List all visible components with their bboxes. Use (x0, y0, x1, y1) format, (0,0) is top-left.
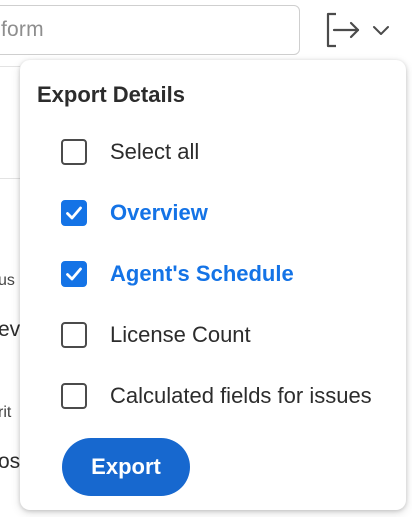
checkbox[interactable] (61, 139, 87, 165)
background-text-fragment: ev (0, 318, 21, 341)
divider (0, 66, 20, 67)
option-license-count[interactable]: License Count (61, 319, 251, 351)
option-label: License Count (110, 322, 251, 347)
checkbox[interactable] (61, 383, 87, 409)
export-menu-button[interactable] (322, 6, 406, 54)
checkbox-checked[interactable] (61, 261, 87, 287)
search-placeholder: form (1, 18, 44, 41)
search-input[interactable]: form (0, 5, 300, 55)
export-button[interactable]: Export (62, 438, 190, 496)
background-text-fragment: us (0, 272, 15, 289)
export-arrow-icon (322, 10, 362, 50)
divider (0, 178, 20, 179)
option-select-all[interactable]: Select all (61, 136, 199, 168)
option-label: Calculated fields for issues (110, 383, 372, 408)
option-agents-schedule[interactable]: Agent's Schedule (61, 258, 294, 290)
checkmark-icon (66, 267, 82, 281)
option-label: Overview (110, 200, 208, 225)
checkmark-icon (66, 206, 82, 220)
checkbox-checked[interactable] (61, 200, 87, 226)
background-text-fragment: os (0, 450, 21, 473)
option-label: Select all (110, 139, 200, 164)
export-details-panel: Export Details Select all Overview Agent… (20, 60, 406, 510)
option-label: Agent's Schedule (110, 261, 294, 286)
background-text-fragment: rit (0, 404, 12, 421)
option-calculated-fields[interactable]: Calculated fields for issues (61, 380, 372, 412)
panel-title: Export Details (37, 82, 185, 107)
checkbox[interactable] (61, 322, 87, 348)
option-overview[interactable]: Overview (61, 197, 208, 229)
chevron-down-icon (372, 24, 390, 36)
